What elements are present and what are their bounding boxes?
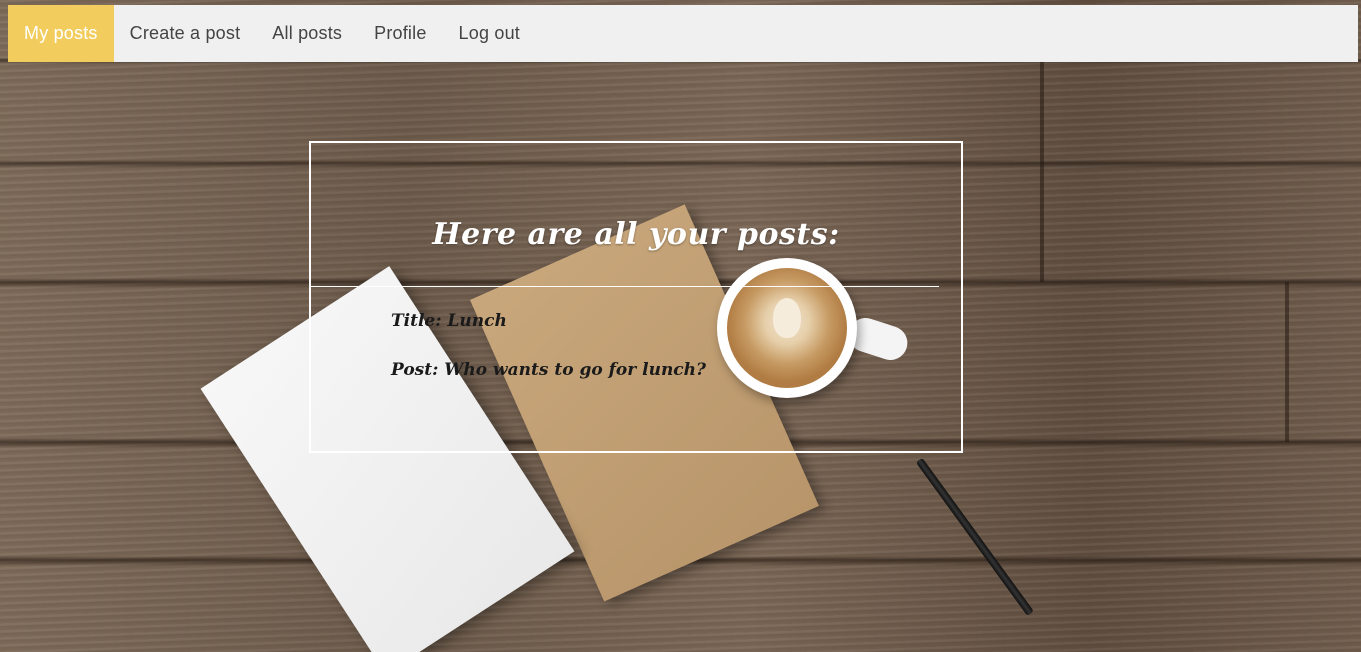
posts-panel: Here are all your posts: Title: Lunch Po… [309, 141, 963, 453]
pen-image [915, 457, 1034, 617]
post-title: Title: Lunch [391, 311, 507, 331]
plank-seam [1040, 62, 1044, 282]
nav-my-posts[interactable]: My posts [8, 5, 114, 62]
nav-profile[interactable]: Profile [358, 5, 442, 62]
heading-divider [311, 286, 939, 287]
top-navbar: My posts Create a post All posts Profile… [8, 5, 1358, 62]
post-item: Title: Lunch Post: Who wants to go for l… [391, 311, 706, 409]
post-body: Post: Who wants to go for lunch? [391, 360, 706, 380]
plank-seam [1285, 282, 1289, 442]
page-title: Here are all your posts: [432, 217, 840, 252]
nav-all-posts[interactable]: All posts [256, 5, 358, 62]
nav-log-out[interactable]: Log out [443, 5, 536, 62]
nav-create-post[interactable]: Create a post [114, 5, 257, 62]
